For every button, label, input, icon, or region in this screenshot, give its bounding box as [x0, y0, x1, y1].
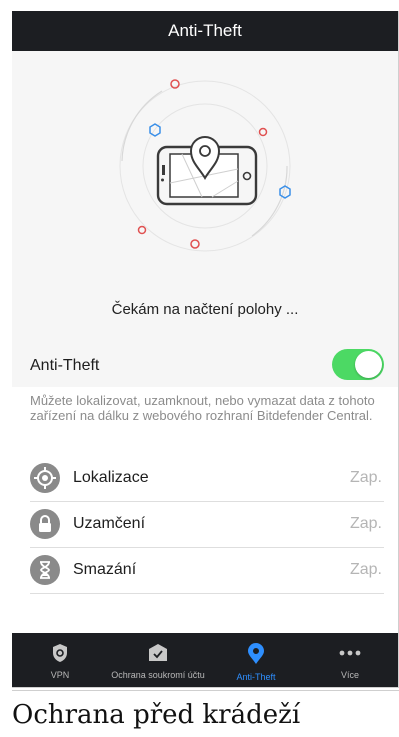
app-screen: Anti-Theft Čekám na načtení polohy ... A… — [12, 11, 399, 688]
tab-anti-theft[interactable]: Anti-Theft — [224, 633, 288, 687]
feature-label: Uzamčení — [73, 515, 146, 532]
locate-target-icon — [30, 463, 60, 493]
bottom-tab-bar: VPN Ochrana soukromí účtu Anti-Theft Víc… — [12, 633, 398, 687]
feature-row-wipe[interactable]: Smazání Zap. — [30, 547, 384, 594]
more-dots-icon — [339, 650, 361, 656]
location-hero: Čekám na načtení polohy ... — [12, 51, 398, 343]
feature-status: Zap. — [349, 561, 382, 578]
feature-label: Lokalizace — [73, 469, 149, 486]
account-privacy-icon — [149, 644, 167, 661]
toggle-knob — [355, 351, 382, 378]
tab-label: Více — [340, 670, 359, 680]
tab-vpn[interactable]: VPN — [32, 633, 88, 687]
feature-status: Zap. — [349, 469, 382, 486]
feature-label: Smazání — [73, 561, 137, 578]
antitheft-description: Můžete lokalizovat, uzamknout, nebo vyma… — [30, 393, 375, 423]
tab-label: Anti-Theft — [236, 672, 276, 682]
phone-location-pin-icon — [119, 79, 291, 252]
tab-label: Ochrana soukromí účtu — [111, 670, 205, 680]
caption-divider — [12, 690, 399, 691]
feature-row-locate[interactable]: Lokalizace Zap. — [30, 455, 384, 502]
lock-icon — [30, 509, 60, 539]
antitheft-toggle-label: Anti-Theft — [30, 357, 100, 374]
tab-label: VPN — [50, 670, 70, 680]
location-pin-icon — [248, 643, 264, 664]
tab-account-privacy[interactable]: Ochrana soukromí účtu — [108, 633, 208, 687]
vpn-shield-icon — [53, 644, 67, 662]
screenshot-caption: Ochrana před krádeží — [12, 700, 301, 730]
tab-more[interactable]: Více — [330, 633, 370, 687]
location-status-text: Čekám na načtení polohy ... — [111, 301, 299, 318]
title-bar: Anti-Theft — [12, 11, 398, 51]
antitheft-toggle-row: Anti-Theft — [12, 343, 398, 387]
antitheft-toggle-switch[interactable] — [332, 349, 384, 380]
wipe-hourglass-icon — [30, 555, 60, 585]
feature-status: Zap. — [349, 515, 382, 532]
page-title: Anti-Theft — [168, 21, 242, 40]
feature-row-lock[interactable]: Uzamčení Zap. — [30, 501, 384, 548]
